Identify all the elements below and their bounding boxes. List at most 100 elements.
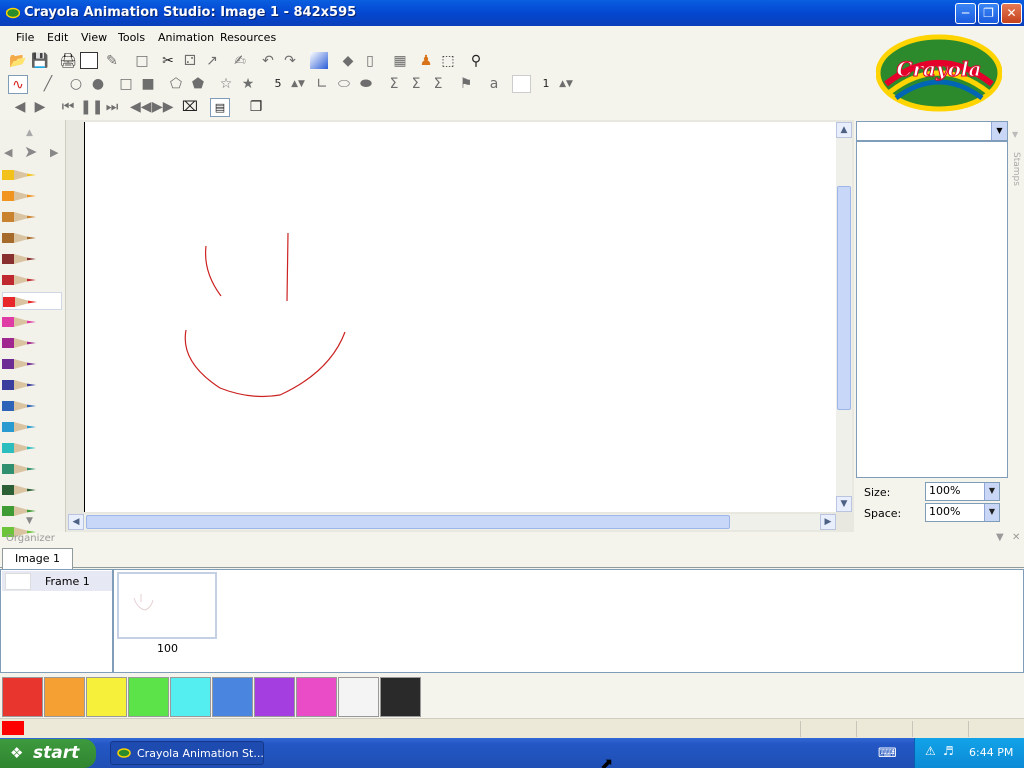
move-frame-right-icon[interactable]: ▶▶: [152, 98, 174, 117]
palette-swatch[interactable]: [86, 677, 127, 717]
menu-file[interactable]: File: [16, 31, 34, 46]
pencil-color[interactable]: [2, 313, 62, 331]
sigma-filled-icon[interactable]: Σ: [428, 75, 448, 94]
palette-swatch[interactable]: [2, 677, 43, 717]
cut-icon[interactable]: ✂: [158, 52, 178, 71]
pencil-next-icon[interactable]: ▶: [50, 146, 58, 159]
size-combo[interactable]: 100% ▼: [925, 482, 1000, 501]
organizer-collapse-icon[interactable]: ▼: [996, 532, 1004, 543]
prev-frame-icon[interactable]: ◀: [10, 98, 30, 117]
taskbar-item-crayola[interactable]: Crayola Animation St...: [110, 741, 264, 765]
frame-list-item[interactable]: Frame 1: [2, 571, 112, 591]
polygon-outline-icon[interactable]: ⬭: [334, 75, 354, 94]
stamps-side-tab[interactable]: Stamps: [1011, 152, 1021, 186]
save-icon[interactable]: 💾: [30, 52, 50, 71]
horizontal-scroll-thumb[interactable]: [86, 515, 730, 529]
start-button[interactable]: ❖ start: [0, 739, 96, 768]
pencil-color[interactable]: [2, 334, 62, 352]
circle-filled-icon[interactable]: ●: [88, 75, 108, 94]
print-icon[interactable]: 🖨: [58, 52, 78, 71]
paste-icon[interactable]: ↗: [202, 52, 222, 71]
menu-resources[interactable]: Resources: [220, 31, 276, 46]
menu-animation[interactable]: Animation: [158, 31, 214, 46]
select-icon[interactable]: ⬚: [438, 52, 458, 71]
pencil-color[interactable]: [2, 460, 62, 478]
space-dropdown-icon[interactable]: ▼: [984, 504, 999, 521]
menu-view[interactable]: View: [81, 31, 107, 46]
color-preview-box[interactable]: [512, 75, 531, 93]
delete-frame-icon[interactable]: ⌧: [180, 98, 200, 117]
size-dropdown-icon[interactable]: ▼: [984, 483, 999, 500]
palette-swatch[interactable]: [170, 677, 211, 717]
speech-bubble-icon[interactable]: ⚑: [456, 75, 476, 94]
pentagon-filled-icon[interactable]: ⬟: [188, 75, 208, 94]
pencil-color[interactable]: [2, 271, 62, 289]
fill-icon[interactable]: ◆: [338, 52, 358, 71]
pencil-color[interactable]: [2, 397, 62, 415]
pencil-color[interactable]: [2, 250, 62, 268]
tab-image-1[interactable]: Image 1: [2, 548, 73, 569]
volume-icon[interactable]: ♬: [943, 744, 954, 758]
copy-icon[interactable]: ⚁: [180, 52, 200, 71]
pencil-prev-icon[interactable]: ◀: [4, 146, 12, 159]
pencil-color[interactable]: [2, 439, 62, 457]
undo-icon[interactable]: ↶: [258, 52, 278, 71]
eyedropper-icon[interactable]: ✍: [230, 52, 250, 71]
pencil-color[interactable]: [2, 229, 62, 247]
star-filled-icon[interactable]: ★: [238, 75, 258, 94]
pencil-color[interactable]: [2, 355, 62, 373]
stamp-category-select[interactable]: ▼: [856, 121, 1008, 141]
rectangle-filled-icon[interactable]: ■: [138, 75, 158, 94]
pencil-color[interactable]: [2, 481, 62, 499]
palette-swatch[interactable]: [254, 677, 295, 717]
pencil-scroll-down-icon[interactable]: ▼: [26, 516, 33, 526]
network-icon[interactable]: ⚠: [925, 744, 936, 758]
chevron-down-icon[interactable]: ▼: [991, 122, 1007, 140]
palette-swatch[interactable]: [338, 677, 379, 717]
open-icon[interactable]: 📂: [8, 52, 28, 71]
page-setup-icon[interactable]: ✎: [102, 52, 122, 71]
rectangle-outline-icon[interactable]: □: [116, 75, 136, 94]
grid-icon[interactable]: ▦: [390, 52, 410, 71]
palette-swatch[interactable]: [212, 677, 253, 717]
scroll-right-icon[interactable]: ▶: [820, 514, 836, 530]
gradient-fill-icon[interactable]: [310, 52, 328, 69]
star-outline-icon[interactable]: ☆: [216, 75, 236, 94]
minimize-button[interactable]: ─: [955, 3, 976, 24]
palette-swatch[interactable]: [44, 677, 85, 717]
palette-swatch[interactable]: [128, 677, 169, 717]
pentagon-outline-icon[interactable]: ⬠: [166, 75, 186, 94]
layers-icon[interactable]: ❐: [246, 98, 266, 117]
sigma-outline-icon[interactable]: Σ: [384, 75, 404, 94]
drawing-canvas[interactable]: [84, 122, 836, 512]
canvas-vertical-scrollbar[interactable]: ▲ ▼: [836, 122, 852, 512]
rewind-icon[interactable]: ⏮: [58, 98, 78, 117]
pause-icon[interactable]: ❚❚: [80, 98, 103, 117]
palette-swatch[interactable]: [296, 677, 337, 717]
stamp-icon[interactable]: ♟: [416, 52, 436, 71]
import-icon[interactable]: □: [132, 52, 152, 71]
organizer-close-icon[interactable]: ✕: [1012, 532, 1020, 543]
frame-thumbnail[interactable]: [117, 572, 217, 639]
close-button[interactable]: ✕: [1001, 3, 1022, 24]
pencil-color[interactable]: [2, 418, 62, 436]
line-width-spinner-icon[interactable]: ▲▼: [556, 75, 576, 94]
scroll-up-icon[interactable]: ▲: [836, 122, 852, 138]
pencil-color[interactable]: [2, 208, 62, 226]
circle-outline-icon[interactable]: ○: [66, 75, 86, 94]
space-combo[interactable]: 100% ▼: [925, 503, 1000, 522]
brush-size-spinner-icon[interactable]: ▲▼: [288, 75, 308, 94]
redo-icon[interactable]: ↷: [280, 52, 300, 71]
freehand-tool-icon[interactable]: ∿: [8, 75, 28, 94]
fast-forward-icon[interactable]: ⏭: [102, 98, 122, 117]
canvas-horizontal-scrollbar[interactable]: ◀ ▶: [68, 514, 836, 530]
text-tool-icon[interactable]: a: [484, 75, 504, 94]
next-frame-icon[interactable]: ▶: [30, 98, 50, 117]
vertical-scroll-thumb[interactable]: [837, 186, 851, 410]
keyboard-icon[interactable]: ⌨: [878, 746, 897, 761]
curve-tool-icon[interactable]: ∟: [312, 75, 332, 94]
move-frame-left-icon[interactable]: ◀◀: [130, 98, 152, 117]
pencil-color[interactable]: [2, 292, 62, 310]
eraser-icon[interactable]: ▯: [360, 52, 380, 71]
scroll-left-icon[interactable]: ◀: [68, 514, 84, 530]
